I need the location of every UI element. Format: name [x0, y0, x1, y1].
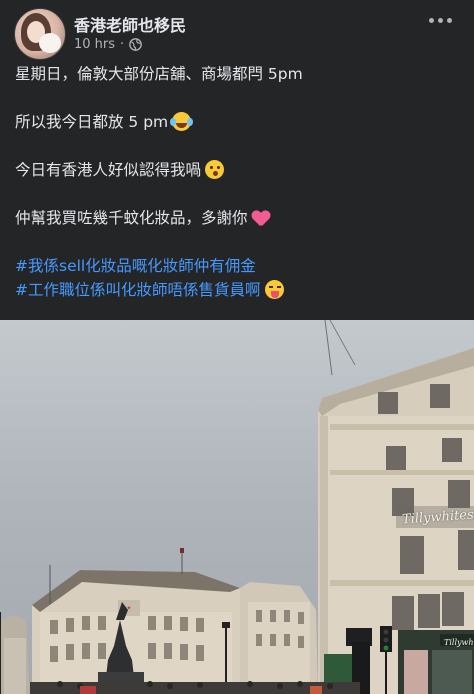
- post-line-2: 所以我今日都放 5 pm: [15, 110, 465, 134]
- post-line-4-text: 仲幫我買咗幾千蚊化妝品，多謝你: [15, 209, 248, 227]
- face-with-tears-of-joy-icon: [170, 112, 192, 131]
- avatar[interactable]: [14, 8, 66, 60]
- post-meta: 10 hrs ·: [74, 37, 143, 52]
- piccadilly-circus-photo: ✦: [0, 320, 474, 694]
- post-line-3-text: 今日有香港人好似認得我喎: [15, 161, 202, 179]
- sparkling-heart-icon: [252, 211, 270, 227]
- squinting-face-with-tongue-icon: [264, 280, 284, 299]
- globe-icon[interactable]: [129, 38, 143, 51]
- post-line-3: 今日有香港人好似認得我喎: [15, 158, 465, 182]
- meta-separator: ·: [120, 37, 125, 52]
- hashtag-1[interactable]: #我係sell化妝品嘅化妝師仲有佣金: [15, 257, 256, 275]
- timestamp[interactable]: 10 hrs: [74, 37, 115, 52]
- avatar-dog: [39, 33, 61, 53]
- tillywhites-storefront-sign: Tillywhites: [444, 638, 474, 647]
- post-header: 香港老師也移民 10 hrs ·: [0, 0, 474, 64]
- hushed-face-icon: [205, 160, 225, 179]
- more-horizontal-icon: [428, 17, 452, 23]
- post-line-1: 星期日，倫敦大部份店舖、商場都閂 5pm: [15, 65, 303, 83]
- more-options-button[interactable]: [420, 8, 460, 32]
- hashtag-line-2: #工作職位係叫化妝師唔係售貨員啊: [15, 278, 465, 302]
- page-name[interactable]: 香港老師也移民: [74, 12, 186, 36]
- post-line-2-text: 所以我今日都放 5 pm: [15, 113, 169, 131]
- facebook-post: 香港老師也移民 10 hrs · 星期日，倫敦大部份店舖、商場都閂 5pm 所以…: [0, 0, 474, 694]
- hashtag-line-1: #我係sell化妝品嘅化妝師仲有佣金: [15, 254, 465, 278]
- post-line-4: 仲幫我買咗幾千蚊化妝品，多謝你: [15, 206, 465, 230]
- post-text: 星期日，倫敦大部份店舖、商場都閂 5pm 所以我今日都放 5 pm 今日有香港人…: [15, 62, 465, 302]
- post-photo[interactable]: ✦ Tillywhites Tillywh: [0, 320, 474, 694]
- hashtag-2[interactable]: #工作職位係叫化妝師唔係售貨員啊: [15, 281, 261, 299]
